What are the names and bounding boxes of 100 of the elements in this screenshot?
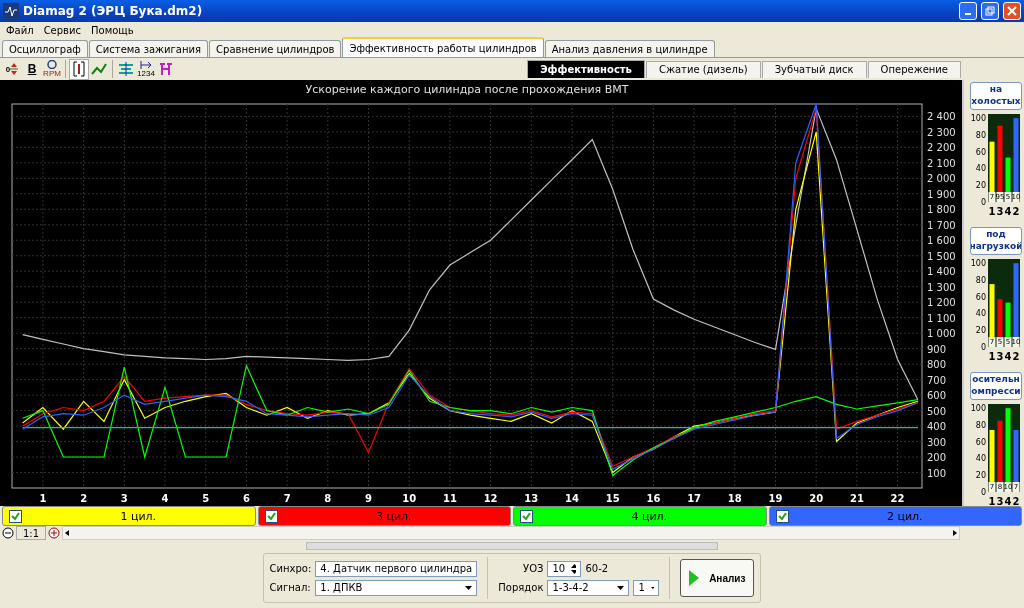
sync-dropdown[interactable]: 4. Датчик первого цилиндра [315, 560, 478, 577]
x-tick-label: 1 [39, 493, 47, 504]
y-tick-label: 2 400 [927, 111, 956, 123]
order-dropdown[interactable]: 1-3-4-2 [547, 579, 630, 596]
scroll-left-icon[interactable] [63, 529, 72, 537]
tab[interactable]: Эффективность работы цилиндров [342, 37, 544, 57]
x-tick-label: 21 [849, 493, 864, 504]
x-tick-label: 4 [1004, 351, 1012, 362]
tab[interactable]: Эффективность [527, 60, 645, 78]
cylinder-toggle[interactable]: 3 цил. [257, 506, 511, 526]
app-icon [3, 3, 19, 19]
x-tick-label: 6 [242, 493, 250, 504]
y-tick-label: 700 [927, 374, 947, 386]
dropdown-arrow-icon [650, 585, 655, 590]
panel-heading[interactable]: на холостых [970, 82, 1022, 110]
y-tick-label: 2 300 [927, 126, 956, 138]
menu-item[interactable]: Сервис [39, 24, 85, 36]
x-tick-label: 9 [365, 493, 372, 504]
y-tick-label: 100 [927, 467, 947, 479]
y-tick-label: 100 [970, 404, 986, 414]
window-title: Diamag 2 (ЭРЦ Бука.dm2) [23, 4, 204, 18]
cylinder-dropdown[interactable]: 1 [633, 579, 660, 596]
y-tick-label: 1 200 [927, 297, 956, 309]
y-tick-label: 80 [975, 130, 986, 140]
x-tick-label: 2 [1012, 206, 1020, 217]
restore-icon [985, 6, 995, 16]
order-label: Порядок [498, 582, 544, 593]
y-tick-label: 100 [970, 259, 986, 269]
signal-dropdown[interactable]: 1. ДПКВ [315, 579, 478, 596]
y-tick-label: 300 [927, 436, 947, 448]
y-tick-label: 1 700 [927, 219, 956, 231]
y-tick-label: 1 100 [927, 312, 956, 324]
scroll-right-icon[interactable] [951, 529, 959, 537]
y-tick-label: 1 300 [927, 281, 956, 293]
x-tick-label: 4 [1004, 496, 1012, 507]
tab[interactable]: Сравнение цилиндров [209, 40, 342, 57]
y-tick-label: 80 [975, 275, 986, 285]
tab[interactable]: Система зажигания [88, 40, 209, 57]
play-icon [689, 570, 700, 586]
sync-label: Синхро: [269, 563, 312, 574]
x-tick-label: 13 [524, 493, 539, 504]
x-tick-label: 20 [809, 493, 824, 504]
close-icon [1007, 6, 1017, 16]
y-tick-label: 2 200 [927, 142, 956, 154]
x-tick-label: 3 [120, 493, 128, 504]
x-tick-label: 7 [283, 493, 291, 504]
y-tick-label: 2 000 [927, 173, 956, 185]
x-tick-label: 4 [1004, 206, 1012, 217]
tab[interactable]: Осциллограф [2, 40, 88, 57]
y-tick-label: 60 [975, 147, 986, 157]
x-tick-label: 3 [996, 351, 1004, 362]
close-button[interactable] [1003, 2, 1021, 20]
x-tick-label: 17 [687, 493, 702, 504]
cylinder-toggle[interactable]: 2 цил. [768, 506, 1022, 526]
x-tick-label: 18 [727, 493, 742, 504]
x-tick-label: 15 [605, 493, 620, 504]
x-tick-label: 1 [988, 351, 996, 362]
checkbox[interactable] [520, 509, 533, 523]
minimize-button[interactable] [959, 2, 977, 20]
y-tick-label: 100 [970, 114, 986, 124]
x-tick-label: 12 [483, 493, 498, 504]
splitter-handle[interactable] [306, 542, 718, 550]
zoom-in-icon[interactable] [48, 527, 61, 539]
x-tick-label: 3 [996, 496, 1004, 507]
cylinder-label: 4 цил. [630, 509, 669, 523]
zoom-out-icon[interactable] [2, 527, 14, 539]
x-tick-label: 16 [646, 493, 661, 504]
x-tick-label: 11 [442, 493, 457, 504]
restore-button[interactable] [981, 2, 999, 20]
y-tick-label: 1 900 [927, 188, 956, 200]
panel-heading[interactable]: осительн омпресси [970, 372, 1022, 400]
menu-item[interactable]: Помощь [87, 24, 138, 36]
cylinder-toggle[interactable]: 4 цил. [513, 506, 767, 526]
x-tick-label: 14 [565, 493, 579, 504]
checkbox[interactable] [264, 509, 278, 523]
toolbar-scale-icon[interactable] [69, 58, 89, 80]
y-tick-label: 60 [975, 437, 986, 447]
tab[interactable]: Зубчатый диск [761, 60, 867, 78]
x-tick-label: 2 [1012, 351, 1020, 362]
checkbox[interactable] [9, 509, 22, 523]
y-tick-label: 200 [927, 452, 947, 464]
chart-title: Ускорение каждого цилиндра после прохождения ВМТ [305, 83, 629, 96]
y-tick-label: 400 [927, 421, 947, 433]
panel-heading[interactable]: под нагрузкой [970, 227, 1022, 255]
tab[interactable]: Опережение [867, 60, 961, 78]
y-tick-label: 40 [975, 164, 986, 174]
y-tick-label: 0 [980, 488, 986, 497]
checkbox[interactable] [775, 509, 789, 523]
cylinder-toggle[interactable]: 1 цил. [2, 506, 256, 526]
tab[interactable]: Сжатие (дизель) [645, 60, 761, 78]
tab[interactable]: Анализ давления в цилиндре [544, 40, 715, 57]
uoz-label: УОЗ [522, 563, 544, 574]
uoz-spinner[interactable]: 10 [547, 560, 582, 577]
horizontal-scrollbar[interactable] [62, 526, 960, 540]
analyze-button[interactable]: Анализ [680, 559, 755, 597]
y-tick-label: 0 [980, 343, 986, 352]
x-tick-label: 22 [890, 493, 905, 504]
y-tick-label: 80 [975, 420, 986, 430]
menu-item[interactable]: Файл [2, 24, 38, 36]
x-tick-label: 1 [988, 206, 996, 217]
